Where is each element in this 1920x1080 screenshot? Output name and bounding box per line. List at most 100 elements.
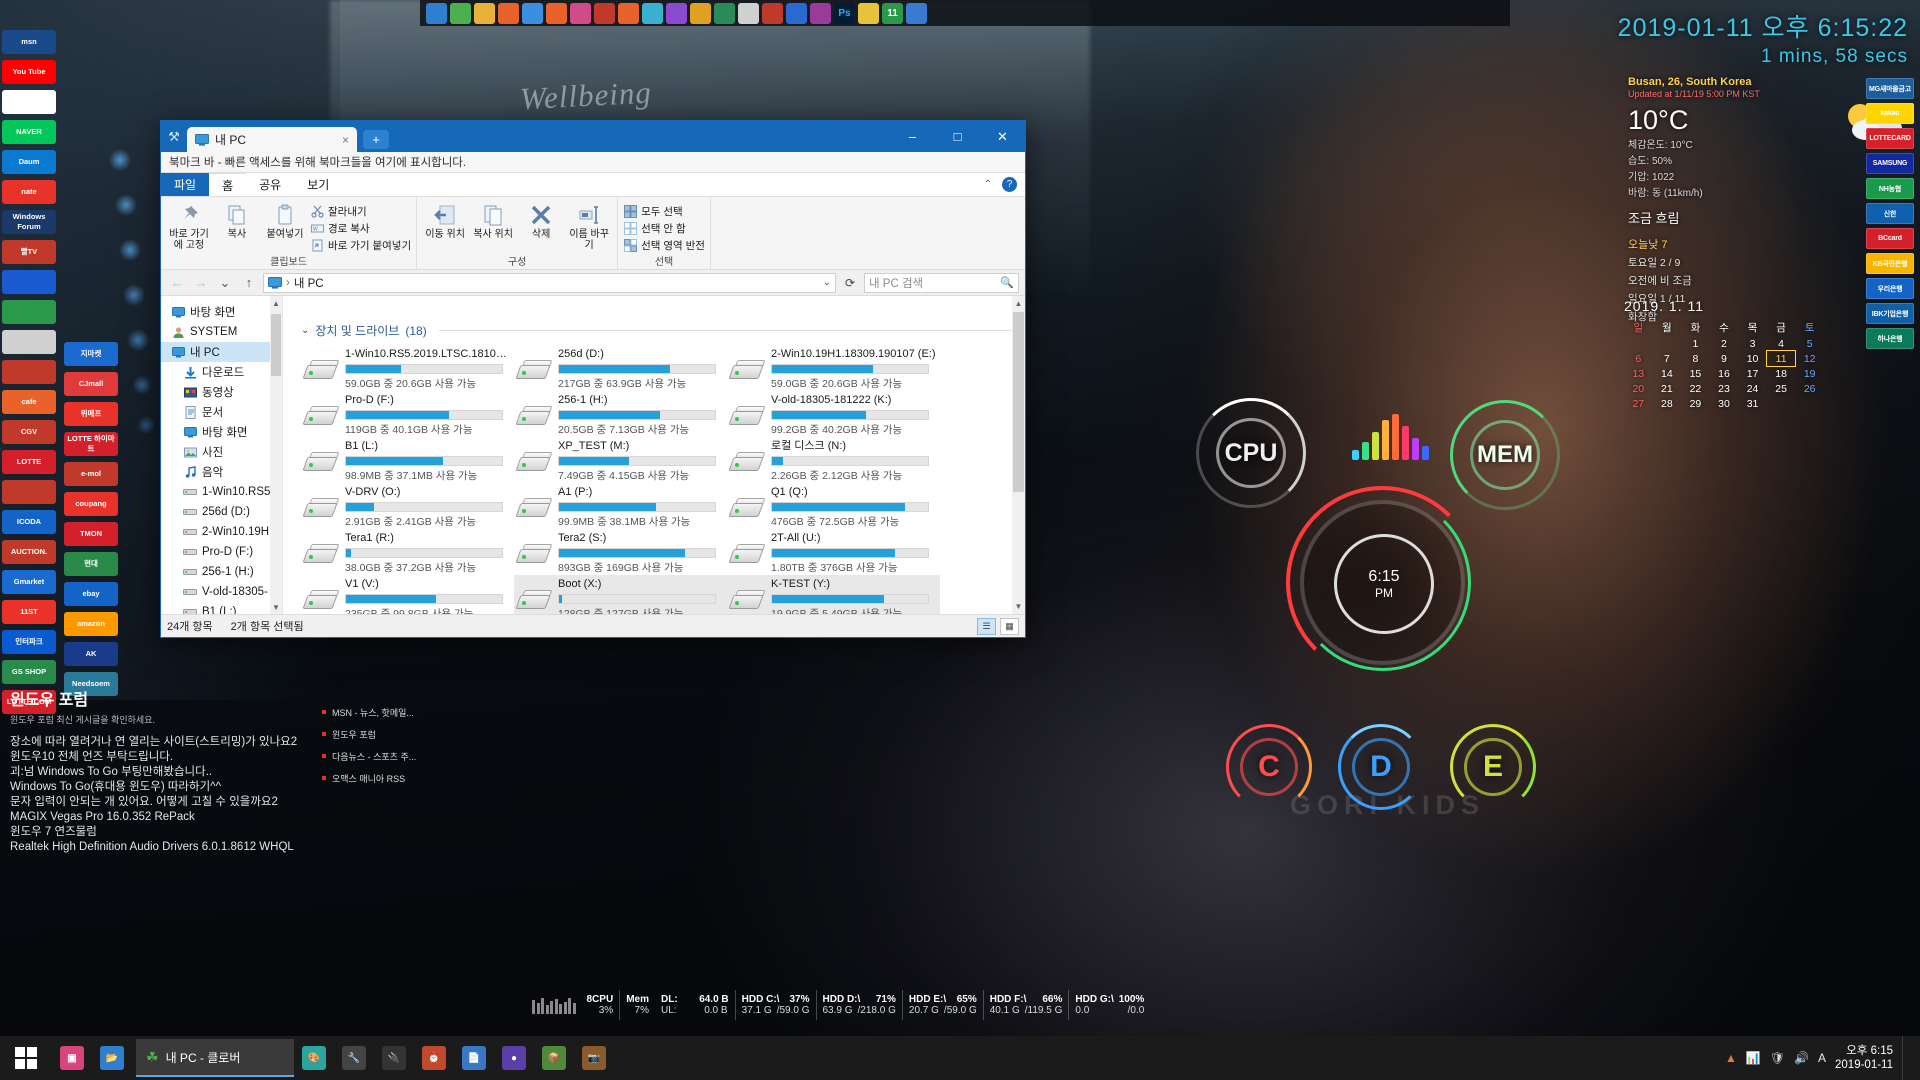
sidebar-item-B1 (L:)[interactable]: B1 (L:) [161, 602, 282, 614]
maximize-button[interactable]: □ [935, 121, 980, 152]
chrome-icon[interactable] [522, 2, 543, 24]
rss-feed-item[interactable]: MSN - 뉴스, 핫메일... [322, 706, 502, 719]
amazon-icon[interactable]: amazon [64, 612, 120, 636]
drive-item[interactable]: 256-1 (H:) 20.5GB 중 7.13GB 사용 가능 [514, 391, 727, 437]
forum-post-line[interactable]: Windows To Go(휴대용 윈도우) 따라하기^^ [10, 780, 340, 795]
file-list-scrollbar[interactable]: ▲ ▼ [1012, 296, 1025, 614]
address-dropdown-icon[interactable]: ⌄ [823, 277, 831, 288]
app-paint-icon[interactable]: 🎨 [294, 1036, 334, 1080]
naver-icon[interactable]: NAVER [2, 120, 58, 144]
tiles-view-icon[interactable]: ▦ [1000, 617, 1019, 635]
google-icon[interactable]: G [2, 90, 58, 114]
forward-button[interactable]: → [191, 273, 211, 293]
search-input[interactable]: 내 PC 검색 🔍 [864, 272, 1019, 293]
pencil-icon[interactable] [858, 2, 879, 24]
flame-icon[interactable]: ▲ [1725, 1051, 1737, 1065]
sidebar-item-음악[interactable]: 음악 [161, 462, 282, 482]
sidebar-item-문서[interactable]: 문서 [161, 402, 282, 422]
cjmall-icon[interactable]: CJmall [64, 372, 120, 396]
close-button[interactable]: ✕ [980, 121, 1025, 152]
ribbon-button-이동 위치[interactable]: 이동 위치 [422, 200, 468, 240]
youtube-icon[interactable]: You Tube [2, 60, 58, 84]
drive-item[interactable]: B1 (L:) 98.9MB 중 37.1MB 사용 가능 [301, 437, 514, 483]
list-scroll-thumb[interactable] [1013, 312, 1024, 492]
explorer-titlebar[interactable]: ⚒ 내 PC × + – □ ✕ [161, 121, 1025, 152]
file-list-pane[interactable]: ⌄ 장치 및 드라이브 (18) 1-Win10.RS5.2019.LTSC.1… [283, 296, 1025, 614]
help-icon[interactable]: ? [1002, 177, 1017, 192]
clover-icon[interactable] [450, 2, 471, 24]
photoshop-icon[interactable]: Ps [834, 2, 855, 24]
new-tab-button[interactable]: + [363, 130, 389, 149]
app-media-icon[interactable]: ● [494, 1036, 534, 1080]
window-controls[interactable]: – □ ✕ [890, 121, 1025, 152]
address-bar[interactable]: ← → ⌄ ↑ › 내 PC ⌄ ⟳ 내 PC 검색 🔍 [161, 270, 1025, 296]
firefox2-icon[interactable] [546, 2, 567, 24]
ribbon-button-붙여넣기[interactable]: 붙여넣기 [262, 200, 308, 240]
forum-post-line[interactable]: 윈도우10 전체 언즈 부탁드립니다. [10, 750, 340, 765]
lotte-himart-icon[interactable]: LOTTE 하이마트 [64, 432, 120, 456]
sidebar-item-사진[interactable]: 사진 [161, 442, 282, 462]
app-image-icon[interactable]: 📷 [574, 1036, 614, 1080]
firefox-icon[interactable] [498, 2, 519, 24]
nav-scrollbar[interactable]: ▲ ▼ [270, 296, 282, 614]
top-dock[interactable]: Ps 11 [420, 0, 1510, 26]
system-tray[interactable]: ▲ 📊 🛡 🔊 A 오후 6:15 2019-01-11 [1725, 1036, 1920, 1080]
list-scroll-down-icon[interactable]: ▼ [1012, 599, 1025, 614]
nav-scroll-up-icon[interactable]: ▲ [270, 296, 282, 310]
gsshop-icon[interactable]: GS SHOP [2, 660, 58, 684]
bbaltv-icon[interactable]: 빨TV [2, 240, 58, 264]
search-icon[interactable]: 🔍 [1000, 276, 1014, 289]
bccard-icon[interactable]: BCcard [1866, 228, 1914, 249]
ak-icon[interactable]: AK [64, 642, 120, 666]
sidebar-item-SYSTEM[interactable]: SYSTEM [161, 322, 282, 342]
explorer-icon[interactable]: 📂 [92, 1036, 132, 1080]
kb-icon[interactable]: KB국민은행 [1866, 253, 1914, 274]
app7-icon[interactable] [738, 2, 759, 24]
app-tool-icon[interactable]: 🔧 [334, 1036, 374, 1080]
explorer-icon[interactable] [426, 2, 447, 24]
app-box-icon[interactable]: 📦 [534, 1036, 574, 1080]
minimize-button[interactable]: – [890, 121, 935, 152]
shinhan-icon[interactable]: 신한 [1866, 203, 1914, 224]
app3-icon[interactable] [642, 2, 663, 24]
red-icon[interactable] [2, 360, 58, 384]
cafe-icon[interactable]: cafe [2, 390, 58, 414]
taskbar-active-window[interactable]: ☘ 내 PC - 클로버 [136, 1039, 294, 1077]
drive-item[interactable]: 256d (D:) 217GB 중 63.9GB 사용 가능 [514, 345, 727, 391]
ribbon-tab-홈[interactable]: 홈 [209, 173, 247, 196]
kakao-icon[interactable]: kakao [1866, 103, 1914, 124]
hana-icon[interactable]: 하나은행 [1866, 328, 1914, 349]
app5-icon[interactable] [690, 2, 711, 24]
show-desktop-button[interactable] [1902, 1036, 1910, 1080]
gmarket-icon[interactable]: Gmarket [2, 570, 58, 594]
devices-group-header[interactable]: ⌄ 장치 및 드라이브 (18) [301, 322, 1025, 339]
rss-feed-item[interactable]: 다음뉴스 - 스포츠 주... [322, 750, 502, 763]
sidebar-item-1-Win10.RS5.2[interactable]: 1-Win10.RS5.2 [161, 482, 282, 502]
taskbar[interactable]: ▣ 📂 ☘ 내 PC - 클로버 🎨 🔧 🔌 ⏰ 📄 ● 📦 📷 ▲ 📊 🛡 🔊… [0, 1036, 1920, 1080]
ebay-icon[interactable]: ebay [64, 582, 120, 606]
opera-icon[interactable] [810, 2, 831, 24]
ibk-icon[interactable]: IBK기업은행 [1866, 303, 1914, 324]
chart-icon[interactable]: 📊 [1746, 1051, 1761, 1065]
ribbon-button-삭제[interactable]: 삭제 [518, 200, 564, 240]
refresh-icon[interactable]: ⟳ [840, 273, 860, 293]
nate-icon[interactable]: nate [2, 180, 58, 204]
sidebar-item-Pro-D (F:)[interactable]: Pro-D (F:) [161, 542, 282, 562]
forum-post-line[interactable]: Realtek High Definition Audio Drivers 6.… [10, 840, 340, 855]
sidebar-item-2-Win10.19H1[interactable]: 2-Win10.19H1 [161, 522, 282, 542]
sidebar-item-다운로드[interactable]: 다운로드 [161, 362, 282, 382]
up-button[interactable]: ↑ [239, 273, 259, 293]
ribbon-button-선택 안 함[interactable]: 선택 안 함 [623, 220, 705, 236]
office-icon[interactable]: 11 [882, 2, 903, 24]
recent-locations-icon[interactable]: ⌄ [215, 273, 235, 293]
taskbar-clock[interactable]: 오후 6:15 2019-01-11 [1835, 1044, 1893, 1072]
globe-icon[interactable] [906, 2, 927, 24]
nh-icon[interactable]: NH농협 [1866, 178, 1914, 199]
drive-item[interactable]: V-old-18305-181222 (K:) 99.2GB 중 40.2GB 사… [727, 391, 940, 437]
bookmark-bar[interactable]: 북마크 바 - 빠른 액세스를 위해 북마크들을 여기에 표시합니다. [161, 152, 1025, 173]
11st-icon[interactable]: 11ST [2, 600, 58, 624]
wemakeprice-icon[interactable]: 위메프 [64, 402, 120, 426]
drive-item[interactable]: Boot (X:) 128GB 중 127GB 사용 가능 [514, 575, 727, 614]
windows-start-icon[interactable] [0, 1036, 52, 1080]
sidebar-item-바탕 화면[interactable]: 바탕 화면 [161, 302, 282, 322]
